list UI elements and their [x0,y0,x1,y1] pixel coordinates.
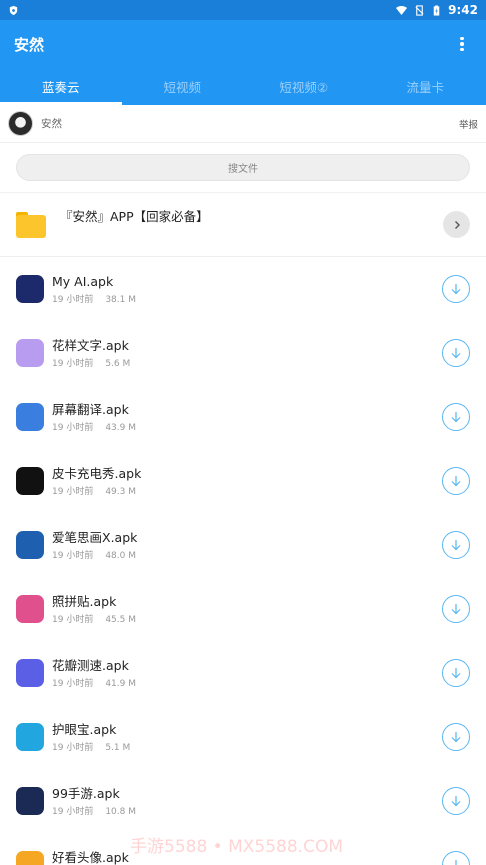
folder-name: 『安然』APP【回家必备】 [60,209,209,224]
download-icon[interactable] [442,851,470,865]
list-item[interactable]: My AI.apk 19 小时前 38.1 M [0,257,486,321]
battery-icon [433,4,440,16]
file-size: 10.8 M [105,806,136,817]
file-time: 19 小时前 [52,678,94,689]
download-icon[interactable] [442,403,470,431]
file-time: 19 小时前 [52,294,94,305]
tab-data-card[interactable]: 流量卡 [365,68,486,105]
download-icon[interactable] [442,723,470,751]
search-section: 搜文件 [0,143,486,193]
tab-short-video[interactable]: 短视频 [122,68,244,105]
speedtest-icon [16,659,44,687]
ibis-paint-icon [16,531,44,559]
download-icon[interactable] [442,531,470,559]
chevron-right-icon[interactable] [443,211,470,238]
list-item[interactable]: 99手游.apk 19 小时前 10.8 M [0,769,486,833]
app-title: 安然 [14,35,45,54]
screen-translate-icon [16,403,44,431]
no-signal-icon [415,4,424,16]
file-time: 19 小时前 [52,422,94,433]
file-name: 花瓣测速.apk [52,657,129,673]
status-time: 9:42 [448,3,478,17]
download-icon[interactable] [442,595,470,623]
list-item[interactable]: 花瓣测速.apk 19 小时前 41.9 M [0,641,486,705]
file-list: My AI.apk 19 小时前 38.1 M 花样文字.apk 19 小时前 5.… [0,257,486,865]
user-bar: 安然 举报 [0,105,486,143]
99-games-icon [16,787,44,815]
list-item[interactable]: 爱笔思画X.apk 19 小时前 48.0 M [0,513,486,577]
list-item[interactable]: 屏幕翻译.apk 19 小时前 43.9 M [0,385,486,449]
download-icon[interactable] [442,787,470,815]
tab-lanzou[interactable]: 蓝奏云 [0,68,122,105]
file-meta: 19 小时前 5.6 M [52,356,442,369]
file-name: My AI.apk [52,273,114,289]
pika-charge-icon [16,467,44,495]
app-bar: 安然 [0,20,486,68]
file-size: 5.6 M [105,358,131,369]
status-bar: 9:42 [0,0,486,20]
file-time: 19 小时前 [52,742,94,753]
list-item[interactable]: 皮卡充电秀.apk 19 小时前 49.3 M [0,449,486,513]
download-icon[interactable] [442,275,470,303]
file-name: 爱笔思画X.apk [52,529,138,545]
file-size: 5.1 M [105,742,131,753]
tab-short-video-2[interactable]: 短视频② [243,68,365,105]
file-name: 照拼贴.apk [52,593,117,609]
file-name: 护眼宝.apk [52,721,117,737]
shield-icon [9,5,18,15]
file-time: 19 小时前 [52,614,94,625]
my-ai-icon [16,275,44,303]
file-meta: 19 小时前 48.0 M [52,548,442,561]
file-time: 19 小时前 [52,486,94,497]
file-meta: 19 小时前 49.3 M [52,484,442,497]
file-size: 38.1 M [105,294,136,305]
eye-care-icon [16,723,44,751]
list-item[interactable]: 护眼宝.apk 19 小时前 5.1 M [0,705,486,769]
file-size: 43.9 M [105,422,136,433]
file-meta: 19 小时前 10.8 M [52,804,442,817]
file-name: 99手游.apk [52,785,120,801]
tab-bar: 蓝奏云 短视频 短视频② 流量卡 [0,68,486,105]
file-size: 45.5 M [105,614,136,625]
file-name: 皮卡充电秀.apk [52,465,142,481]
more-options-icon[interactable] [452,34,472,54]
download-icon[interactable] [442,467,470,495]
file-meta: 19 小时前 5.1 M [52,740,442,753]
list-item[interactable]: 花样文字.apk 19 小时前 5.6 M [0,321,486,385]
list-item[interactable]: 照拼贴.apk 19 小时前 45.5 M [0,577,486,641]
avatar-app-icon [16,851,44,865]
search-input[interactable]: 搜文件 [16,154,470,181]
download-icon[interactable] [442,339,470,367]
user-name: 安然 [41,118,62,130]
folder-row[interactable]: 『安然』APP【回家必备】 [0,193,486,257]
folder-icon [16,211,46,238]
download-icon[interactable] [442,659,470,687]
file-name: 屏幕翻译.apk [52,401,129,417]
file-meta: 19 小时前 41.9 M [52,676,442,689]
avatar[interactable] [8,111,33,136]
file-time: 19 小时前 [52,806,94,817]
collage-icon [16,595,44,623]
report-button[interactable]: 举报 [459,117,478,131]
watermark: 手游5588 • MX5588.COM [130,837,343,857]
file-meta: 19 小时前 45.5 M [52,612,442,625]
flower-text-icon [16,339,44,367]
wifi-icon [396,5,408,15]
file-meta: 19 小时前 43.9 M [52,420,442,433]
file-size: 48.0 M [105,550,136,561]
file-time: 19 小时前 [52,550,94,561]
file-meta: 19 小时前 38.1 M [52,292,442,305]
file-size: 49.3 M [105,486,136,497]
file-name: 花样文字.apk [52,337,129,353]
file-time: 19 小时前 [52,358,94,369]
file-size: 41.9 M [105,678,136,689]
